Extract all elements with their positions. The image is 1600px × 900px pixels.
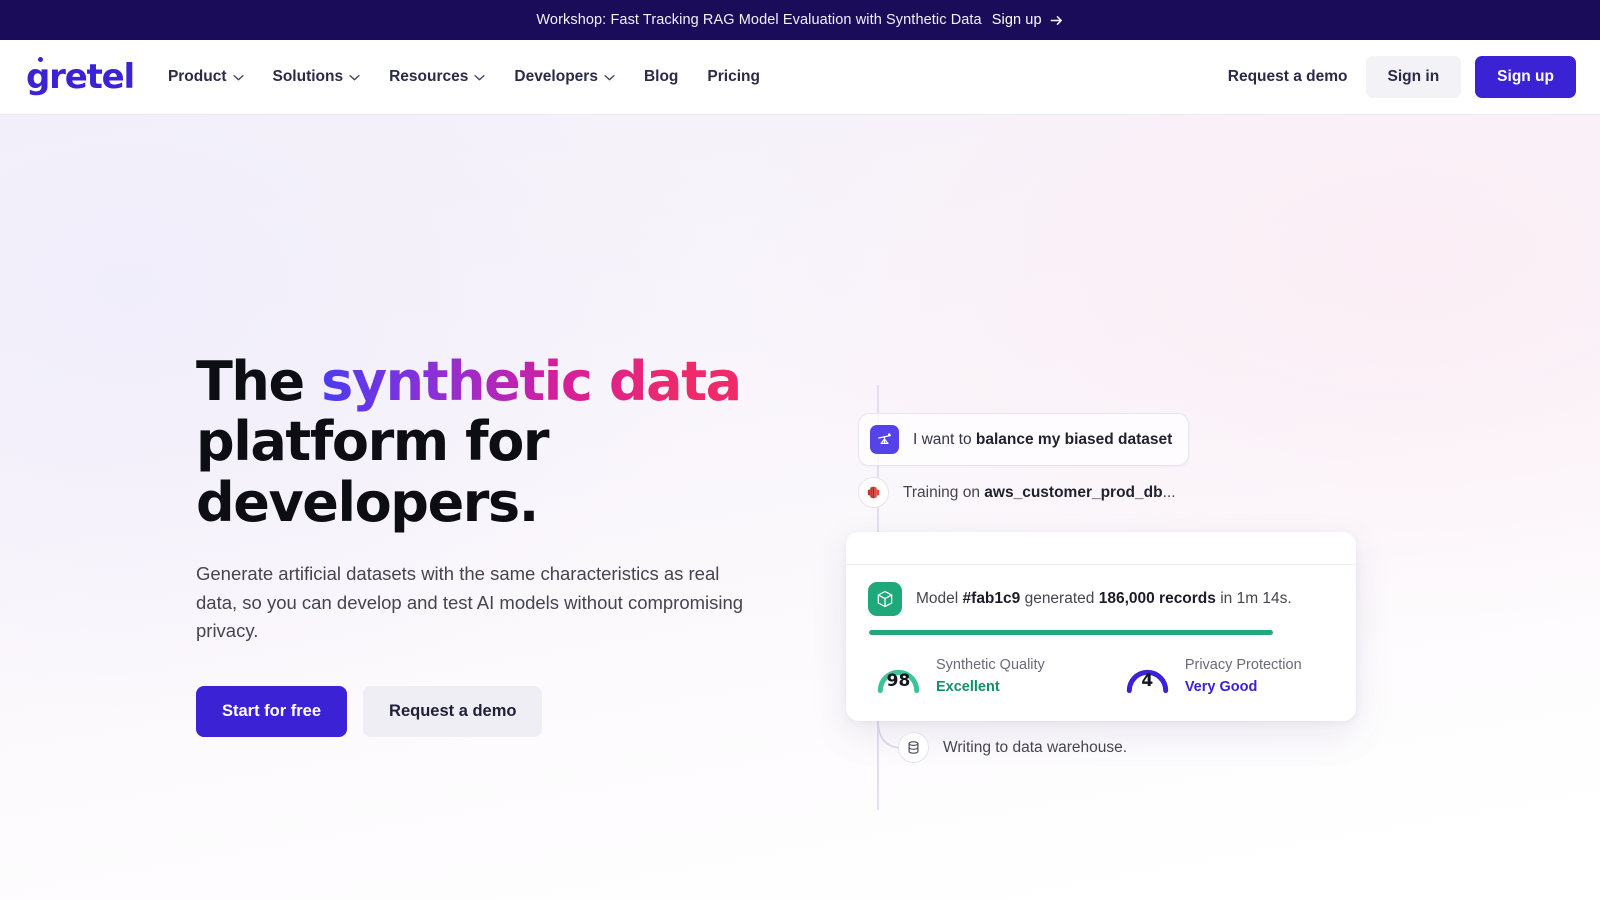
header-actions: Request a demo Sign in Sign up bbox=[1228, 56, 1576, 98]
model-result-card: Model #fab1c9 generated 186,000 records … bbox=[846, 532, 1356, 721]
headline-gradient-text: synthetic data bbox=[321, 350, 742, 413]
card-header-strip bbox=[846, 532, 1356, 565]
msg-prefix: Model bbox=[916, 590, 963, 607]
record-count: 186,000 records bbox=[1098, 590, 1216, 607]
privacy-protection-value: 4 bbox=[1141, 671, 1154, 692]
training-suffix: ... bbox=[1162, 483, 1176, 501]
hero-subhead: Generate artificial datasets with the sa… bbox=[196, 563, 744, 641]
request-demo-link[interactable]: Request a demo bbox=[1228, 68, 1348, 86]
write-status-row: Writing to data warehouse. bbox=[898, 732, 1127, 763]
hero-section: The synthetic data platform for develope… bbox=[0, 115, 1600, 900]
metric-synthetic-quality: 98 Synthetic Quality Excellent bbox=[874, 654, 1045, 699]
announcement-bar: Workshop: Fast Tracking RAG Model Evalua… bbox=[0, 0, 1600, 40]
nav-label-solutions: Solutions bbox=[272, 68, 344, 85]
headline-part-1: The bbox=[196, 350, 322, 413]
synthetic-quality-value: 98 bbox=[886, 671, 911, 692]
logo-dot bbox=[38, 57, 43, 62]
model-summary-text: Model #fab1c9 generated 186,000 records … bbox=[916, 590, 1292, 608]
privacy-protection-texts: Privacy Protection Very Good bbox=[1185, 654, 1302, 699]
metric-privacy-protection: 4 Privacy Protection Very Good bbox=[1123, 654, 1302, 699]
generation-progress-bar bbox=[869, 630, 1273, 635]
training-status-text: Training on aws_customer_prod_db... bbox=[903, 484, 1176, 502]
training-dataset-name: aws_customer_prod_db bbox=[984, 483, 1163, 501]
privacy-protection-status: Very Good bbox=[1184, 679, 1258, 696]
main-nav: Product Solutions Resources Developers B… bbox=[168, 68, 760, 86]
gretel-logo[interactable]: gretel bbox=[26, 57, 135, 97]
synthetic-quality-label: Synthetic Quality bbox=[936, 657, 1045, 673]
headline-part-2: platform for developers. bbox=[196, 410, 550, 534]
arrow-right-icon bbox=[1049, 13, 1064, 28]
start-for-free-button[interactable]: Start for free bbox=[196, 685, 348, 737]
nav-label-developers: Developers bbox=[514, 68, 598, 85]
model-id: #fab1c9 bbox=[962, 590, 1021, 607]
synthetic-quality-status: Excellent bbox=[936, 679, 1000, 696]
progress-fill bbox=[869, 630, 1273, 635]
announcement-signup-link[interactable]: Sign up bbox=[992, 12, 1064, 28]
prompt-pill-text: I want to balance my biased dataset bbox=[913, 431, 1172, 449]
nav-item-resources[interactable]: Resources bbox=[389, 68, 485, 86]
nav-item-blog[interactable]: Blog bbox=[644, 68, 678, 86]
synthetic-quality-texts: Synthetic Quality Excellent bbox=[936, 654, 1045, 699]
nav-label-resources: Resources bbox=[389, 68, 469, 85]
announcement-signup-label: Sign up bbox=[991, 12, 1042, 28]
metrics-row: 98 Synthetic Quality Excellent 4 Privacy… bbox=[874, 654, 1334, 699]
sign-in-button[interactable]: Sign in bbox=[1365, 56, 1462, 98]
hero-content: The synthetic data platform for develope… bbox=[196, 350, 796, 737]
hero-buttons: Start for free Request a demo bbox=[196, 685, 796, 737]
msg-suffix: in 1m 14s. bbox=[1215, 590, 1292, 607]
nav-item-product[interactable]: Product bbox=[168, 68, 244, 86]
prompt-prefix: I want to bbox=[913, 430, 976, 448]
nav-item-developers[interactable]: Developers bbox=[514, 68, 615, 86]
database-cylinder-icon bbox=[898, 732, 929, 763]
cube-model-icon bbox=[868, 582, 902, 616]
model-summary-row: Model #fab1c9 generated 186,000 records … bbox=[868, 582, 1334, 616]
announcement-message: Workshop: Fast Tracking RAG Model Evalua… bbox=[536, 12, 982, 28]
training-status-row: Training on aws_customer_prod_db... bbox=[858, 477, 1176, 508]
nav-item-solutions[interactable]: Solutions bbox=[273, 68, 361, 86]
prompt-pill[interactable]: I want to balance my biased dataset bbox=[858, 413, 1190, 466]
write-status-text: Writing to data warehouse. bbox=[943, 738, 1128, 756]
page-title: The synthetic data platform for develope… bbox=[196, 350, 796, 534]
redshift-database-icon bbox=[858, 477, 889, 508]
nav-label-pricing: Pricing bbox=[707, 68, 760, 85]
nav-label-blog: Blog bbox=[643, 68, 679, 85]
card-body: Model #fab1c9 generated 186,000 records … bbox=[846, 565, 1356, 721]
chevron-down-icon bbox=[474, 74, 485, 81]
nav-item-pricing[interactable]: Pricing bbox=[707, 68, 760, 86]
prompt-bold: balance my biased dataset bbox=[975, 430, 1173, 448]
sign-up-button[interactable]: Sign up bbox=[1475, 56, 1576, 98]
privacy-protection-label: Privacy Protection bbox=[1184, 657, 1302, 673]
logo-text: gretel bbox=[26, 57, 135, 97]
site-header: gretel Product Solutions Resources Devel… bbox=[0, 40, 1600, 115]
msg-mid: generated bbox=[1020, 590, 1099, 607]
chevron-down-icon bbox=[232, 74, 244, 81]
balance-scale-icon bbox=[870, 425, 899, 454]
privacy-protection-gauge: 4 bbox=[1123, 656, 1172, 696]
nav-label-product: Product bbox=[167, 68, 227, 85]
chevron-down-icon bbox=[604, 74, 615, 81]
training-prefix: Training on bbox=[903, 483, 985, 501]
request-demo-button[interactable]: Request a demo bbox=[363, 685, 543, 737]
chevron-down-icon bbox=[349, 74, 360, 81]
hero-illustration: I want to balance my biased dataset Trai… bbox=[845, 280, 1405, 840]
synthetic-quality-gauge: 98 bbox=[874, 656, 923, 696]
